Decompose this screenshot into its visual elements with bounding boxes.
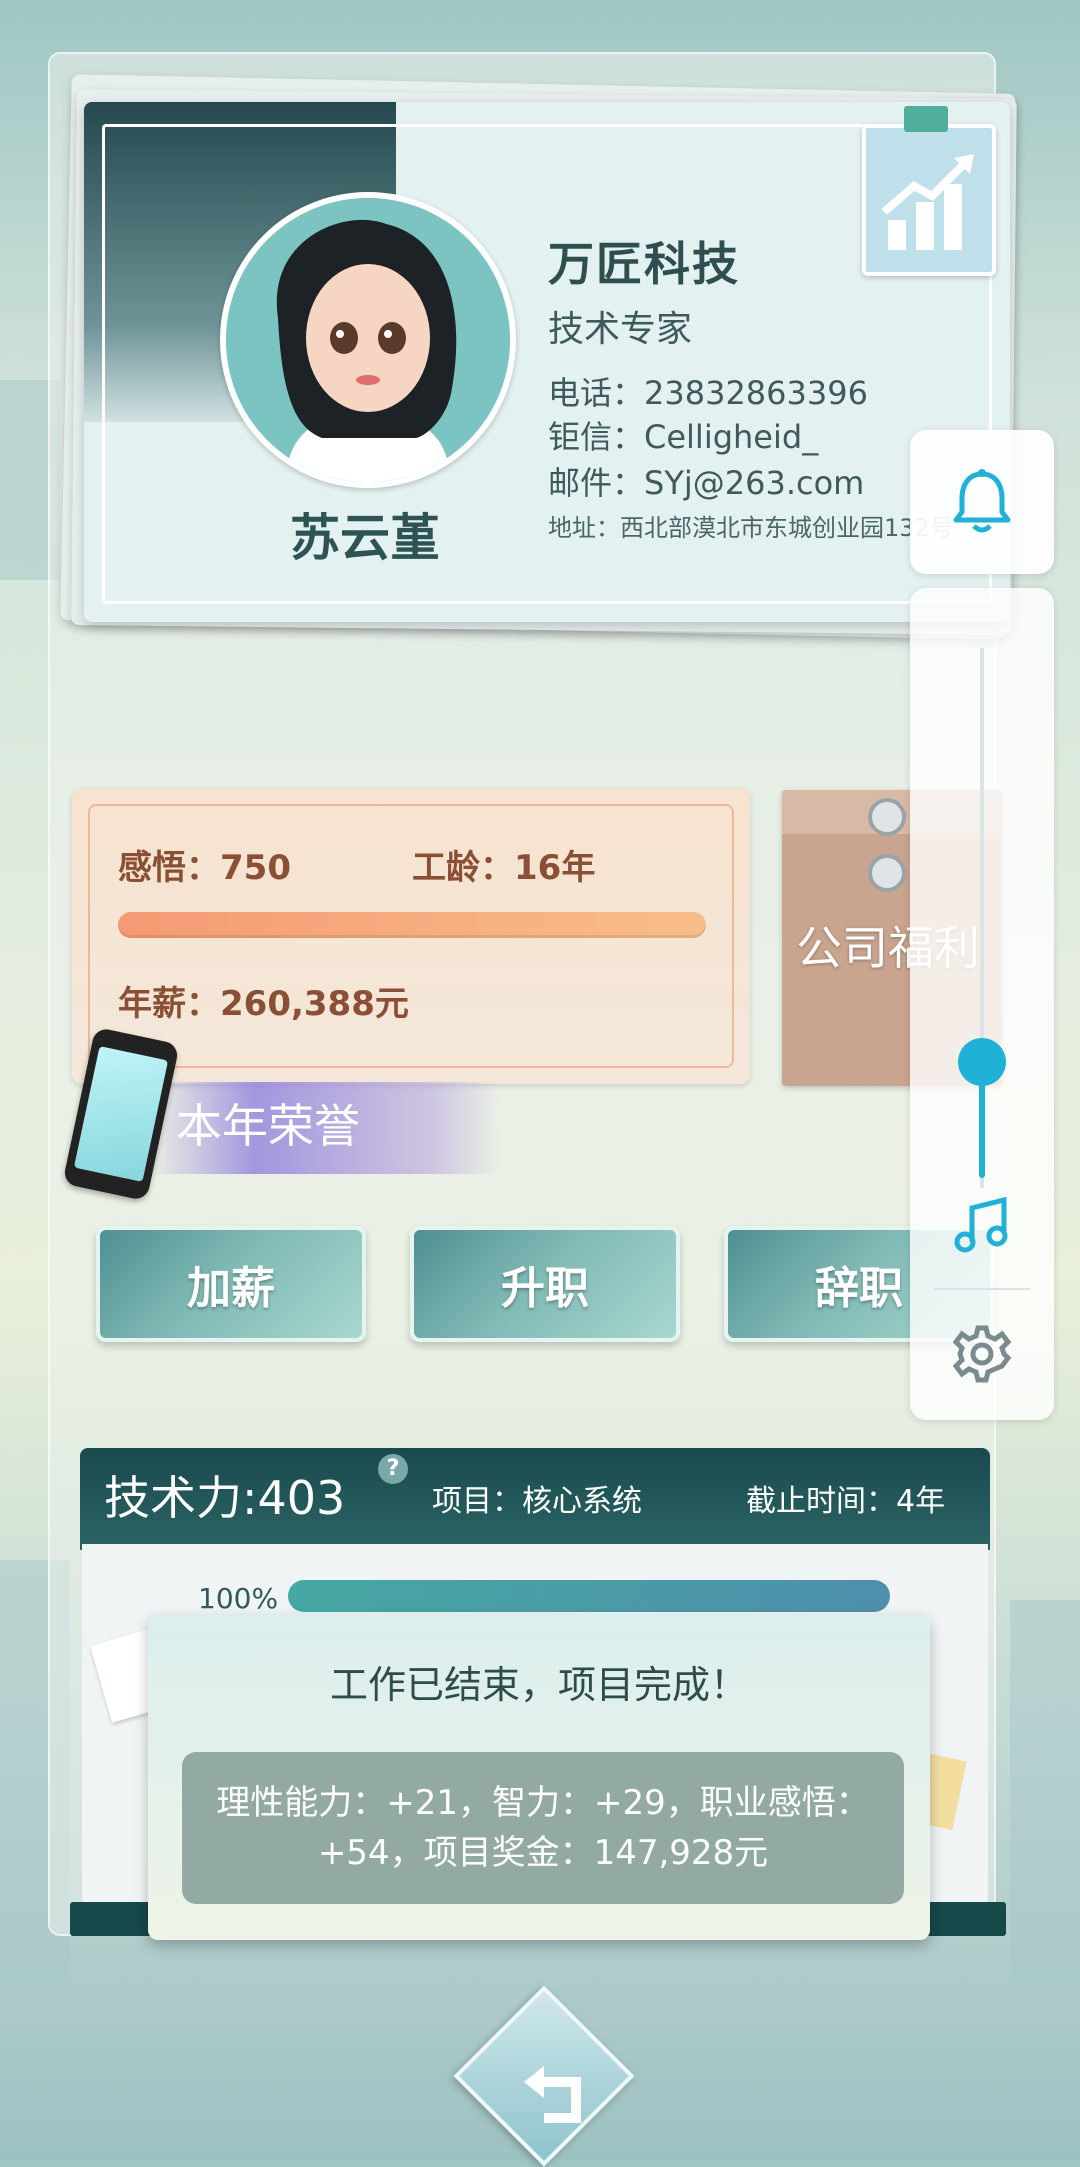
raise-salary-button[interactable]: 加薪 [96, 1226, 366, 1342]
help-icon[interactable]: ? [378, 1454, 408, 1484]
growth-chart-icon [862, 106, 996, 276]
contact-text: 钜信：Celligheid_ [548, 418, 819, 456]
insight-stat: 感悟：750 [118, 848, 291, 888]
honor-label[interactable]: 本年荣誉 [176, 1090, 360, 1156]
progress-percent: 100% [198, 1582, 279, 1615]
bell-icon [953, 469, 1011, 533]
project-name: 项目：核心系统 [432, 1484, 642, 1519]
company-name: 万匠科技 [548, 237, 740, 291]
seniority-stat: 工龄：16年 [412, 848, 596, 888]
skyline-bottom-right [1010, 1600, 1080, 1980]
divider [934, 1288, 1030, 1290]
avatar [220, 192, 516, 488]
music-icon[interactable] [952, 1196, 1012, 1256]
insight-progress-bar [118, 912, 706, 938]
settings-panel [910, 588, 1054, 1420]
project-deadline: 截止时间：4年 [746, 1484, 946, 1519]
project-progress-bar [288, 1580, 890, 1612]
return-icon[interactable] [494, 2026, 626, 2158]
popup-detail-text: 理性能力：+21，智力：+29，职业感悟：+54，项目奖金：147,928元 [216, 1783, 870, 1873]
employee-name: 苏云堇 [290, 509, 440, 567]
salary-stat: 年薪：260,388元 [118, 984, 409, 1024]
phone-text: 电话：23832863396 [548, 374, 868, 412]
volume-slider-handle[interactable] [958, 1038, 1006, 1086]
job-title: 技术专家 [548, 309, 693, 350]
promote-button[interactable]: 升职 [410, 1226, 680, 1342]
gear-icon[interactable] [952, 1324, 1012, 1384]
popup-message: 工作已结束，项目完成！ [329, 1663, 748, 1707]
notification-button[interactable] [910, 430, 1054, 574]
email-text: 邮件：SYj@263.com [548, 464, 865, 502]
tech-power-label: 技术力:403 [104, 1471, 346, 1525]
